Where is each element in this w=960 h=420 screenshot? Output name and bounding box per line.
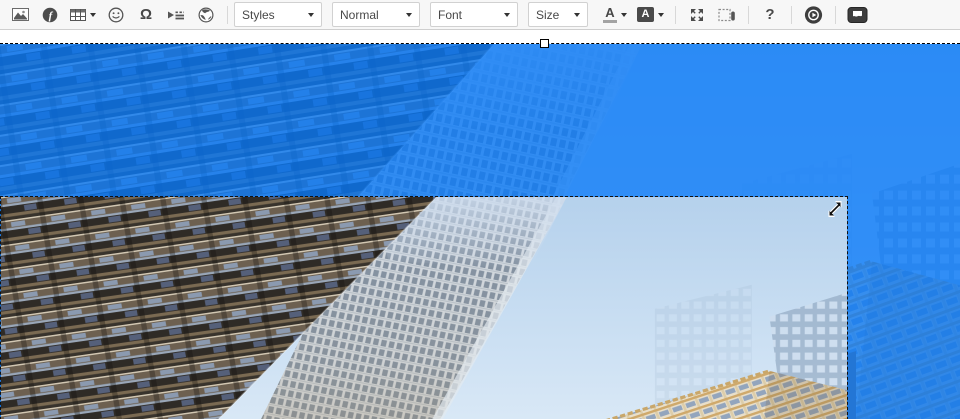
maximize-button[interactable] — [684, 3, 710, 27]
chevron-down-icon — [574, 13, 580, 17]
picture-icon — [847, 6, 868, 24]
show-blocks-icon — [718, 7, 736, 23]
table-menu-caret — [90, 13, 96, 17]
insert-smiley-button[interactable] — [103, 3, 129, 27]
paragraph-format-dropdown[interactable]: Normal — [332, 2, 420, 27]
background-color-icon: A — [637, 7, 654, 22]
font-name-dropdown[interactable]: Font — [430, 2, 518, 27]
toolbar-separator — [748, 6, 749, 24]
insert-flash-button[interactable]: f — [37, 3, 63, 27]
font-name-label: Font — [438, 8, 462, 22]
about-button[interactable]: ? — [757, 3, 783, 27]
media-play-icon — [803, 5, 824, 25]
resize-cursor-icon — [826, 200, 844, 218]
background-color-button[interactable]: A — [634, 3, 667, 27]
insert-image-button[interactable] — [7, 3, 33, 27]
question-mark-icon: ? — [765, 7, 774, 22]
chevron-down-icon — [406, 13, 412, 17]
smiley-icon — [108, 7, 124, 23]
insert-table-button[interactable] — [67, 3, 99, 27]
insert-media-button[interactable] — [800, 3, 827, 27]
insert-picture-button[interactable] — [844, 3, 871, 27]
font-size-dropdown[interactable]: Size — [528, 2, 588, 27]
chevron-down-icon — [308, 13, 314, 17]
text-color-button[interactable]: A — [600, 3, 630, 27]
toolbar-separator — [791, 6, 792, 24]
show-blocks-button[interactable] — [714, 3, 740, 27]
skyscrapers-photo-preview — [1, 197, 847, 419]
chevron-down-icon — [621, 13, 627, 17]
font-size-label: Size — [536, 8, 559, 22]
insert-page-break-button[interactable] — [163, 3, 189, 27]
insert-special-character-button[interactable]: Ω — [133, 3, 159, 27]
maximize-icon — [689, 7, 705, 23]
flash-icon: f — [42, 7, 58, 23]
editor-toolbar: f Ω — [0, 0, 960, 30]
styles-dropdown[interactable]: Styles — [234, 2, 322, 27]
image-resize-preview[interactable] — [0, 196, 848, 419]
selection-resize-handle[interactable] — [540, 39, 549, 48]
styles-dropdown-label: Styles — [242, 8, 275, 22]
selection-outline-top — [0, 43, 960, 44]
toolbar-separator — [675, 6, 676, 24]
chevron-down-icon — [504, 13, 510, 17]
toolbar-separator — [835, 6, 836, 24]
editor-canvas[interactable] — [0, 30, 960, 419]
page-break-icon — [167, 7, 185, 23]
insert-iframe-button[interactable] — [193, 3, 219, 27]
image-icon — [12, 7, 29, 22]
chevron-down-icon — [658, 13, 664, 17]
table-icon — [70, 8, 86, 22]
text-color-icon: A — [603, 6, 617, 23]
globe-icon — [198, 7, 214, 23]
omega-icon: Ω — [140, 7, 152, 22]
toolbar-separator — [227, 6, 228, 24]
paragraph-format-label: Normal — [340, 8, 379, 22]
